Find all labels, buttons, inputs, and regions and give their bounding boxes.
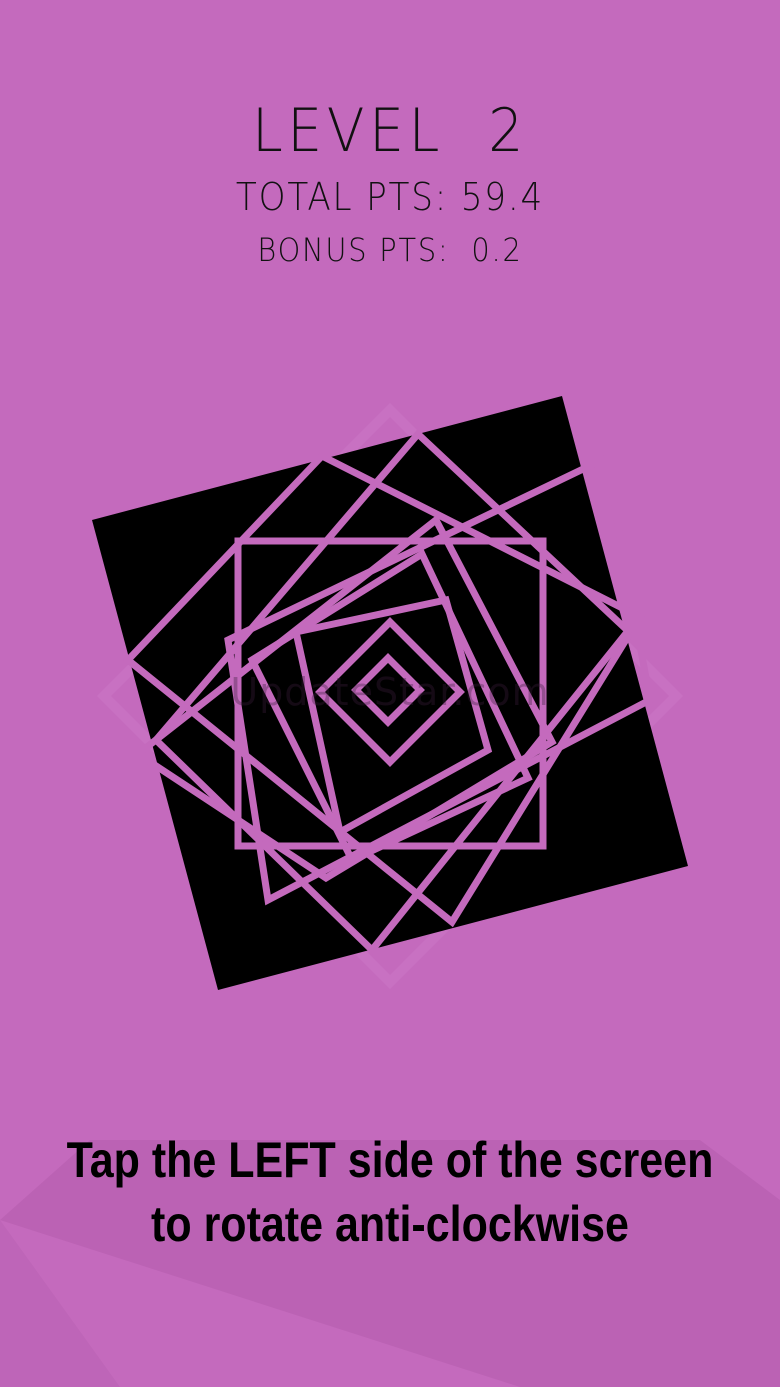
watermark-text: UpdateStar.com <box>230 670 550 714</box>
instruction-line-1: Tap the LEFT side of the screen <box>66 1132 714 1188</box>
game-screen[interactable]: LEVEL 2 TOTAL PTS: 59.4 BONUS PTS: 0.2 U… <box>0 0 780 1387</box>
instruction-line-2: to rotate anti-clockwise <box>151 1196 629 1252</box>
instruction-text: Tap the LEFT side of the screen to rotat… <box>55 1128 726 1256</box>
